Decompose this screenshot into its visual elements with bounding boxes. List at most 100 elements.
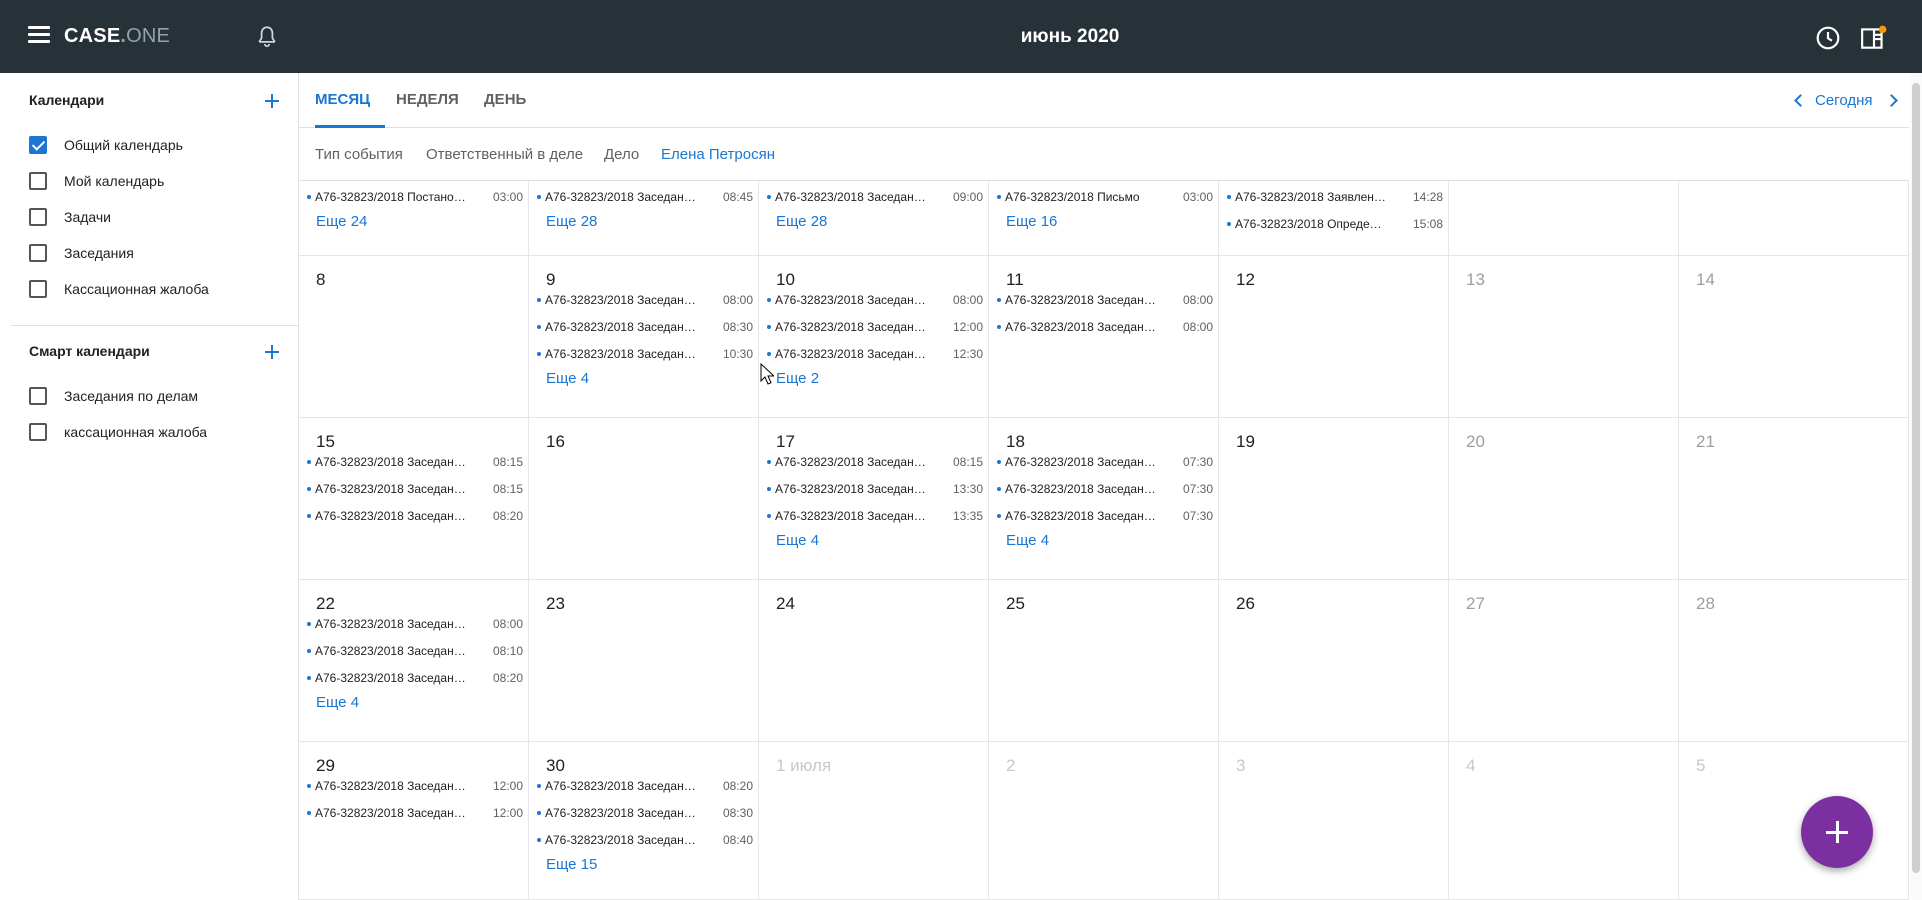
calendar-item-tasks[interactable]: Задачи	[29, 202, 279, 232]
checkbox-icon[interactable]	[29, 423, 47, 441]
calendar-event[interactable]: А76-32823/2018 Заседан… 08:40	[537, 831, 757, 851]
filter-event-type[interactable]: Тип события	[315, 146, 403, 163]
calendar-event[interactable]: А76-32823/2018 Заседан… 07:30	[997, 507, 1217, 527]
calendar-day-cell[interactable]: 19	[1219, 418, 1449, 580]
calendar-event[interactable]: А76-32823/2018 Заседан… 13:35	[767, 507, 987, 527]
calendar-event[interactable]: А76-32823/2018 Заседан… 08:15	[767, 453, 987, 473]
calendar-event[interactable]: А76-32823/2018 Заседан… 08:00	[537, 291, 757, 311]
calendar-event[interactable]: А76-32823/2018 Заседан… 12:00	[307, 777, 527, 797]
show-more-link[interactable]: Еще 4	[546, 370, 589, 387]
calendar-day-cell[interactable]: 30 А76-32823/2018 Заседан… 08:20 А76-32823/…	[529, 742, 759, 900]
show-more-link[interactable]: Еще 28	[776, 213, 827, 230]
calendar-day-cell[interactable]: 1 июля	[759, 742, 989, 900]
calendar-event[interactable]: А76-32823/2018 Заседан… 08:00	[767, 291, 987, 311]
calendar-day-cell[interactable]: 17 А76-32823/2018 Заседан… 08:15 А76-32823/…	[759, 418, 989, 580]
filter-user[interactable]: Елена Петросян	[661, 146, 775, 163]
calendar-event[interactable]: А76-32823/2018 Заседан… 07:30	[997, 453, 1217, 473]
calendar-event[interactable]: А76-32823/2018 Заседан… 12:00	[767, 318, 987, 338]
show-more-link[interactable]: Еще 24	[316, 213, 367, 230]
show-more-link[interactable]: Еще 4	[1006, 532, 1049, 549]
calendar-day-cell[interactable]: 24	[759, 580, 989, 742]
smart-item-cassation[interactable]: кассационная жалоба	[29, 417, 279, 447]
filter-responsible[interactable]: Ответственный в деле	[426, 146, 583, 163]
calendar-day-cell[interactable]: 15 А76-32823/2018 Заседан… 08:15 А76-32823/…	[299, 418, 529, 580]
calendar-day-cell[interactable]: 20	[1449, 418, 1679, 580]
calendar-day-cell[interactable]: 2	[989, 742, 1219, 900]
calendar-day-cell[interactable]: 10 А76-32823/2018 Заседан… 08:00 А76-32823/…	[759, 256, 989, 418]
calendar-event[interactable]: А76-32823/2018 Заседан… 12:00	[307, 804, 527, 824]
calendar-day-cell[interactable]	[1449, 181, 1679, 256]
calendar-day-cell[interactable]: А76-32823/2018 Заседан… 09:00 Еще 28	[759, 181, 989, 256]
calendar-day-cell[interactable]: А76-32823/2018 Постано… 03:00 Еще 24	[299, 181, 529, 256]
calendar-event[interactable]: А76-32823/2018 Заседан… 08:00	[307, 615, 527, 635]
calendar-day-cell[interactable]: 13	[1449, 256, 1679, 418]
calendar-event[interactable]: А76-32823/2018 Заседан… 08:30	[537, 318, 757, 338]
calendar-item-hearings[interactable]: Заседания	[29, 238, 279, 268]
calendar-event[interactable]: А76-32823/2018 Заседан… 10:30	[537, 345, 757, 365]
calendar-item-my[interactable]: Мой календарь	[29, 166, 279, 196]
calendar-event[interactable]: А76-32823/2018 Заседан… 08:20	[307, 669, 527, 689]
calendar-event[interactable]: А76-32823/2018 Заседан… 08:00	[997, 291, 1217, 311]
add-calendar-icon[interactable]	[263, 92, 281, 110]
calendar-event[interactable]: А76-32823/2018 Заседан… 08:00	[997, 318, 1217, 338]
tab-month[interactable]: МЕСЯЦ	[315, 73, 385, 128]
calendar-day-cell[interactable]: 28	[1679, 580, 1909, 742]
show-more-link[interactable]: Еще 28	[546, 213, 597, 230]
calendar-day-cell[interactable]: А76-32823/2018 Письмо 03:00 Еще 16	[989, 181, 1219, 256]
calendar-event[interactable]: А76-32823/2018 Опреде… 15:08	[1227, 215, 1447, 235]
calendar-event[interactable]: А76-32823/2018 Заседан… 09:00	[767, 188, 987, 208]
checkbox-icon[interactable]	[29, 208, 47, 226]
calendar-day-cell[interactable]: 11 А76-32823/2018 Заседан… 08:00 А76-32823/…	[989, 256, 1219, 418]
calendar-event[interactable]: А76-32823/2018 Письмо 03:00	[997, 188, 1217, 208]
clock-icon[interactable]	[1815, 25, 1841, 51]
show-more-link[interactable]: Еще 15	[546, 856, 597, 873]
tab-day[interactable]: ДЕНЬ	[484, 73, 526, 128]
show-more-link[interactable]: Еще 4	[776, 532, 819, 549]
calendar-event[interactable]: А76-32823/2018 Заседан… 08:15	[307, 453, 527, 473]
calendar-event[interactable]: А76-32823/2018 Постано… 03:00	[307, 188, 527, 208]
calendar-event[interactable]: А76-32823/2018 Заседан… 08:45	[537, 188, 757, 208]
calendar-event[interactable]: А76-32823/2018 Заседан… 08:15	[307, 480, 527, 500]
calendar-day-cell[interactable]: 29 А76-32823/2018 Заседан… 12:00 А76-32823/…	[299, 742, 529, 900]
calendar-day-cell[interactable]: 21	[1679, 418, 1909, 580]
calendar-day-cell[interactable]: 12	[1219, 256, 1449, 418]
calendar-event[interactable]: А76-32823/2018 Заседан… 13:30	[767, 480, 987, 500]
show-more-link[interactable]: Еще 2	[776, 370, 819, 387]
calendar-day-cell[interactable]: 16	[529, 418, 759, 580]
calendar-day-cell[interactable]: 25	[989, 580, 1219, 742]
checkbox-icon[interactable]	[29, 172, 47, 190]
scrollbar-thumb[interactable]	[1912, 83, 1920, 873]
calendar-event[interactable]: А76-32823/2018 Заседан… 08:20	[537, 777, 757, 797]
checkbox-checked-icon[interactable]	[29, 136, 47, 154]
checkbox-icon[interactable]	[29, 387, 47, 405]
calendar-event[interactable]: А76-32823/2018 Заседан… 12:30	[767, 345, 987, 365]
show-more-link[interactable]: Еще 4	[316, 694, 359, 711]
add-event-button[interactable]	[1801, 796, 1873, 868]
calendar-event[interactable]: А76-32823/2018 Заявлен… 14:28	[1227, 188, 1447, 208]
calendar-day-cell[interactable]: 18 А76-32823/2018 Заседан… 07:30 А76-32823/…	[989, 418, 1219, 580]
calendar-day-cell[interactable]: 23	[529, 580, 759, 742]
calendar-event[interactable]: А76-32823/2018 Заседан… 08:20	[307, 507, 527, 527]
calendar-item-cassation[interactable]: Кассационная жалоба	[29, 274, 279, 304]
smart-item-hearings-by-case[interactable]: Заседания по делам	[29, 381, 279, 411]
show-more-link[interactable]: Еще 16	[1006, 213, 1057, 230]
calendar-event[interactable]: А76-32823/2018 Заседан… 08:30	[537, 804, 757, 824]
calendar-day-cell[interactable]: 4	[1449, 742, 1679, 900]
calendar-day-cell[interactable]: 26	[1219, 580, 1449, 742]
calendar-item-general[interactable]: Общий календарь	[29, 130, 279, 160]
chevron-left-icon[interactable]	[1794, 93, 1807, 107]
calendar-day-cell[interactable]: 22 А76-32823/2018 Заседан… 08:00 А76-32823/…	[299, 580, 529, 742]
add-smart-calendar-icon[interactable]	[263, 343, 281, 361]
calendar-day-cell[interactable]: А76-32823/2018 Заявлен… 14:28 А76-32823/20…	[1219, 181, 1449, 256]
checkbox-icon[interactable]	[29, 280, 47, 298]
checkbox-icon[interactable]	[29, 244, 47, 262]
calendar-event[interactable]: А76-32823/2018 Заседан… 08:10	[307, 642, 527, 662]
tab-week[interactable]: НЕДЕЛЯ	[396, 73, 459, 128]
calendar-day-cell[interactable]	[1679, 181, 1909, 256]
filter-case[interactable]: Дело	[604, 146, 639, 163]
today-button[interactable]: Сегодня	[1815, 92, 1873, 109]
calendar-day-cell[interactable]: А76-32823/2018 Заседан… 08:45 Еще 28	[529, 181, 759, 256]
chevron-right-icon[interactable]	[1884, 93, 1898, 107]
calendar-day-cell[interactable]: 14	[1679, 256, 1909, 418]
calendar-day-cell[interactable]: 27	[1449, 580, 1679, 742]
